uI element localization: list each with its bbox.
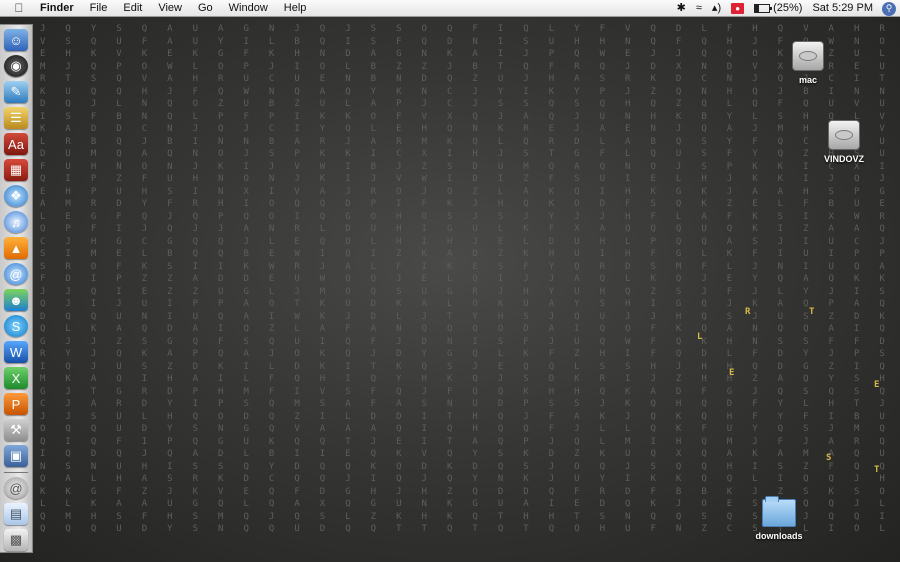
menu-extras: ✱ ≈ ▴) ● (25%) Sat 5:29 PM ⚲ [672,0,900,17]
menu-go[interactable]: Go [190,0,221,17]
documents-stack-icon[interactable]: ▤ [4,503,28,525]
desktop-icon-label: mac [798,75,817,85]
hard-disk-icon [792,41,824,71]
ichat-icon[interactable]: @ [4,263,28,285]
wallpaper-highlight: S [826,453,832,463]
messenger-icon[interactable]: ☻ [4,289,28,311]
wallpaper-highlight: E [874,380,880,390]
volume-icon[interactable]: ▴) [707,0,726,17]
menu-bar:  Finder File Edit View Go Window Help ✱… [0,0,900,17]
utilities-icon[interactable]: ⚒ [4,419,28,441]
battery-status[interactable]: (25%) [749,0,807,17]
hard-disk-icon [828,120,860,150]
apple-icon[interactable]:  [12,1,26,15]
folder-icon [762,496,796,527]
desktop-icon-vindovz[interactable]: VINDOVZ [814,120,874,164]
menu-window[interactable]: Window [221,0,276,17]
address-book-icon[interactable]: ☰ [4,107,28,129]
trash-icon[interactable]: ▩ [4,529,28,551]
spotlight-icon[interactable]: ⚲ [882,1,896,16]
desktop-icon-label: VINDOVZ [823,154,864,164]
dock-separator [4,472,28,473]
battery-percent: (25%) [773,2,803,14]
excel-icon[interactable]: X [4,367,28,389]
menu-edit[interactable]: Edit [115,0,150,17]
wallpaper-letters: J Q Y S Q A U A G N J Q J S S O Q F I Q … [40,24,893,534]
wallpaper-highlight: T [874,465,880,475]
wallpaper-highlight: E [729,368,735,378]
flag-icon: ● [731,3,745,14]
desktop-icon-downloads[interactable]: downloads [749,496,809,541]
clock[interactable]: Sat 5:29 PM [807,0,878,17]
desktop-icon-label: downloads [755,531,803,541]
ical-icon[interactable]: ▦ [4,159,28,181]
finder-icon[interactable]: ☺ [4,29,28,51]
mail-icon[interactable]: ✎ [4,81,28,103]
vlc-icon[interactable]: ▲ [4,237,28,259]
safari-icon[interactable]: ❖ [4,185,28,207]
desktop-icon-mac[interactable]: mac [778,41,838,85]
preview-icon[interactable]: ▣ [4,445,28,467]
dictionary-icon[interactable]: Aa [4,133,28,155]
wallpaper-highlight: L [697,332,703,342]
menu-view[interactable]: View [150,0,190,17]
battery-level [755,5,759,12]
dock: ☺ ◉ ✎ ☰ Aa ▦ ❖ ♫ ▲ @ ☻ S W X P ⚒ ▣ @ ▤ ▩ [0,24,33,553]
downloads-stack-icon[interactable]: @ [4,477,28,499]
menu-app-name[interactable]: Finder [36,0,82,17]
input-menu-icon[interactable]: ● [726,3,749,14]
battery-icon [754,4,773,13]
desktop: J Q Y S Q A U A G N J Q J S S O Q F I Q … [0,17,900,562]
word-icon[interactable]: W [4,341,28,363]
menu-file[interactable]: File [82,0,116,17]
itunes-icon[interactable]: ♫ [4,211,28,233]
bluetooth-icon[interactable]: ✱ [672,0,691,17]
wallpaper-highlight: R [745,307,751,317]
menu-help[interactable]: Help [276,0,315,17]
wallpaper-highlight: T [809,307,815,317]
wifi-icon[interactable]: ≈ [691,0,707,17]
skype-icon[interactable]: S [4,315,28,337]
dashboard-icon[interactable]: ◉ [4,55,28,77]
powerpoint-icon[interactable]: P [4,393,28,415]
